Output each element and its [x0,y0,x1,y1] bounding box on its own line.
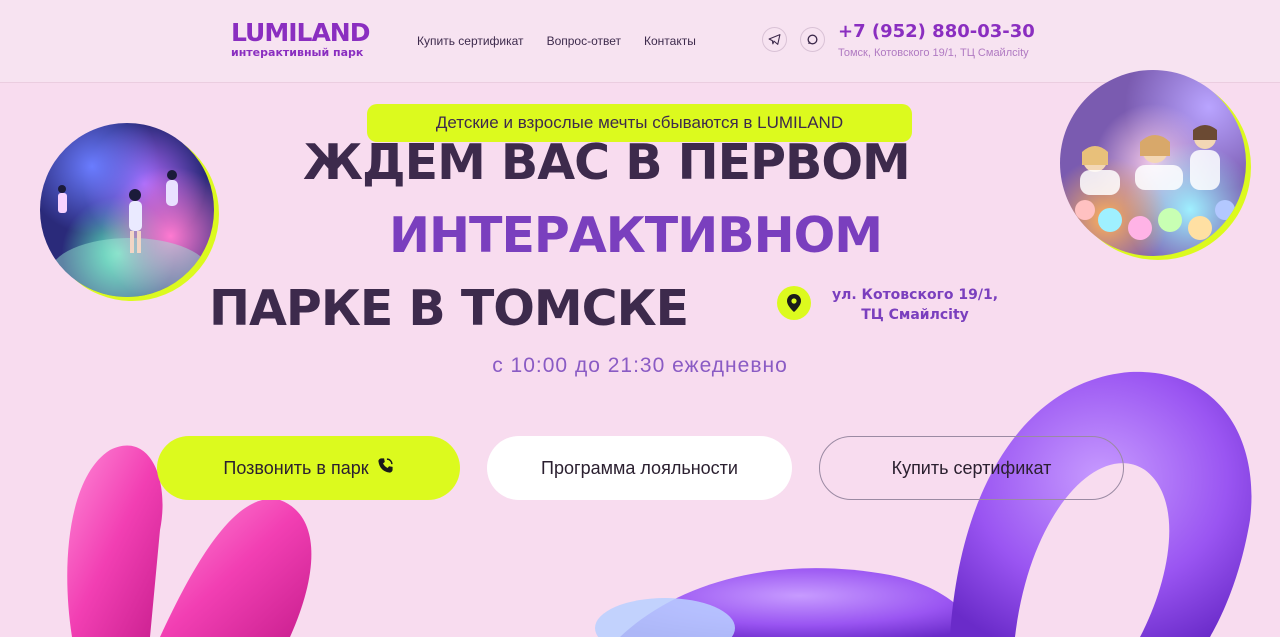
kids-projection-photo [40,123,214,297]
call-park-label: Позвонить в парк [223,457,369,478]
hero-address-street: ул. Котовского 19/1, [831,287,999,303]
whatsapp-icon[interactable] [800,27,825,52]
map-pin-icon [777,286,811,320]
hero-headline-line1: ЖДЕМ ВАС В ПЕРВОМ [303,134,911,191]
hero-headline-line2: ИНТЕРАКТИВНОМ [389,207,883,264]
logo[interactable]: LUMILAND интерактивный парк [231,18,370,60]
loyalty-program-button[interactable]: Программа лояльности [487,436,792,500]
kids-ball-pit-photo [1060,70,1246,256]
logo-title: LUMILAND [231,18,370,47]
opening-hours: с 10:00 до 21:30 ежедневно [492,354,788,377]
telegram-icon[interactable] [762,27,787,52]
site-header: LUMILAND интерактивный парк Купить серти… [0,0,1280,83]
header-address: Томск, Котовского 19/1, ТЦ Смайлcity [838,47,1029,59]
phone-icon [377,457,394,479]
buy-certificate-button[interactable]: Купить сертификат [819,436,1124,500]
call-park-button[interactable]: Позвонить в парк [157,436,460,500]
nav-link-certificate[interactable]: Купить сертификат [417,34,524,48]
nav-link-faq[interactable]: Вопрос-ответ [547,34,621,48]
main-nav: Купить сертификат Вопрос-ответ Контакты [417,34,696,48]
pink-fluffy-shape [67,445,312,637]
logo-subtitle: интерактивный парк [231,46,364,59]
phone-link[interactable]: +7 (952) 880-03-30 [838,21,1035,42]
nav-link-contacts[interactable]: Контакты [644,34,696,48]
hero-headline-line3: ПАРКЕ В ТОМСКЕ [209,280,689,337]
hero-address: ул. Котовского 19/1, ТЦ Смайлcity [820,285,1010,325]
hero-address-mall: ТЦ Смайлcity [861,307,969,323]
